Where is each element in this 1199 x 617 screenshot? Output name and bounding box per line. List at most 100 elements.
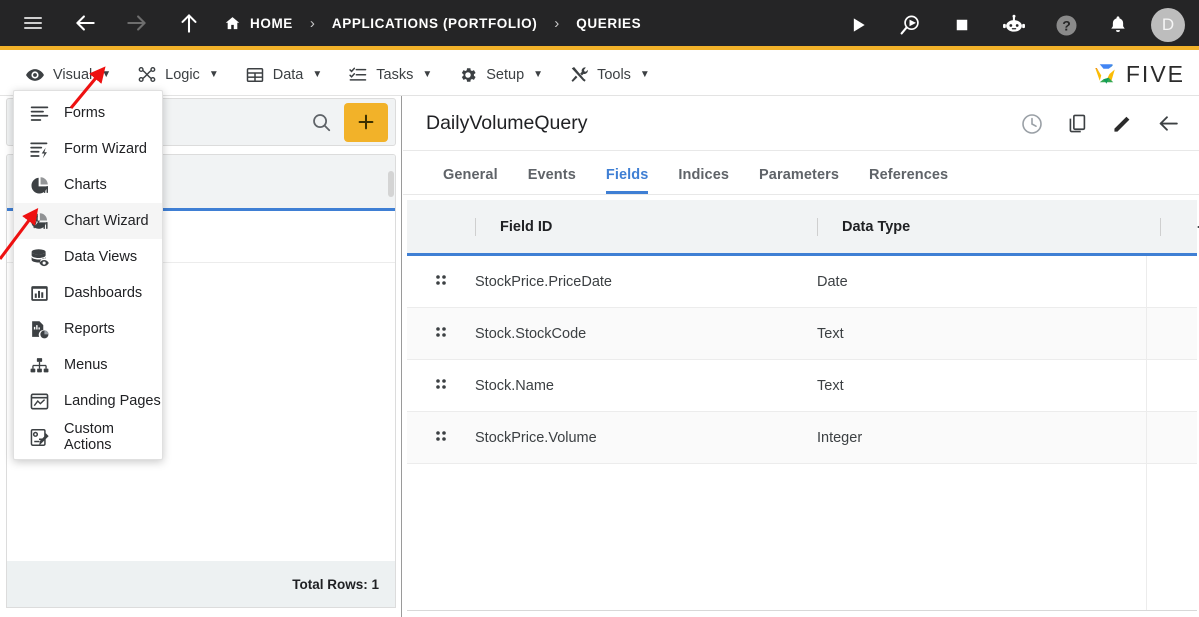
eye-icon: [25, 65, 45, 85]
column-divider: [817, 217, 818, 236]
run-icon[interactable]: [839, 0, 877, 50]
menu-option-data-views[interactable]: Data Views: [14, 239, 162, 275]
menu-option-label: Menus: [64, 357, 108, 373]
tab-indices[interactable]: Indices: [663, 167, 744, 194]
drag-handle-icon[interactable]: [407, 324, 475, 344]
cell-field-id: StockPrice.Volume: [475, 429, 597, 446]
menu-option-label: Form Wizard: [64, 141, 147, 157]
grid-header-label-field-id: Field ID: [500, 218, 553, 235]
copy-icon[interactable]: [1066, 112, 1089, 135]
back-arrow-icon[interactable]: [1156, 111, 1181, 136]
tab-fields[interactable]: Fields: [591, 167, 664, 194]
detail-actions: [1020, 96, 1181, 151]
cell-field-id: Stock.StockCode: [475, 325, 587, 342]
svg-text:?: ?: [1062, 17, 1071, 33]
menu-option-dashboards[interactable]: Dashboards: [14, 275, 162, 311]
five-pinwheel-icon: [1090, 59, 1120, 89]
grid-header-field-id[interactable]: Field ID: [475, 199, 817, 255]
top-navigation-bar: HOME › APPLICATIONS (PORTFOLIO) › QUERIE…: [0, 0, 1199, 50]
total-rows-label: Total Rows: 1: [292, 576, 379, 592]
menu-label-data: Data: [272, 66, 304, 83]
notifications-bell-icon[interactable]: [1099, 0, 1137, 50]
checklist-icon: [348, 65, 368, 85]
menu-item-tasks[interactable]: Tasks ▼: [335, 54, 445, 96]
cell-field-id: StockPrice.PriceDate: [475, 273, 612, 290]
detail-header: DailyVolumeQuery: [403, 96, 1199, 151]
grid-header-handle-spacer: [407, 199, 475, 255]
menu-option-chart-wizard[interactable]: Chart Wizard: [14, 203, 162, 239]
menu-option-label: Chart Wizard: [64, 213, 149, 229]
cell-data-type: Date: [817, 273, 848, 290]
menu-item-setup[interactable]: Setup ▼: [445, 54, 556, 96]
column-divider: [1160, 217, 1161, 236]
search-icon[interactable]: [308, 111, 334, 133]
drag-handle-icon[interactable]: [407, 376, 475, 396]
add-record-button[interactable]: [344, 102, 388, 142]
cell-actions: [1160, 256, 1197, 308]
grid-header-data-type[interactable]: Data Type: [817, 199, 1160, 255]
menu-item-tools[interactable]: Tools ▼: [556, 54, 663, 96]
page-title: DailyVolumeQuery: [426, 111, 588, 134]
menu-option-reports[interactable]: Reports: [14, 311, 162, 347]
table-row[interactable]: StockPrice.Volume Integer: [407, 412, 1197, 464]
cell-data-type: Text: [817, 377, 844, 394]
arrow-right-icon[interactable]: [118, 0, 156, 48]
menu-option-custom-actions[interactable]: Custom Actions: [14, 419, 162, 455]
menu-option-menus[interactable]: Menus: [14, 347, 162, 383]
history-clock-icon[interactable]: [1020, 112, 1044, 136]
tab-events[interactable]: Events: [513, 167, 591, 194]
scrollbar-thumb[interactable]: [388, 171, 394, 197]
drag-handle-icon[interactable]: [407, 272, 475, 292]
plus-icon: [355, 111, 377, 133]
logic-nodes-icon: [137, 65, 157, 85]
menu-item-data[interactable]: Data ▼: [232, 54, 336, 96]
brand-name: FIVE: [1125, 60, 1185, 87]
drag-handle-icon[interactable]: [407, 428, 475, 448]
breadcrumb-item-applications[interactable]: APPLICATIONS (PORTFOLIO): [332, 16, 537, 31]
menu-option-forms[interactable]: Forms: [14, 95, 162, 131]
menu-option-label: Custom Actions: [64, 421, 114, 453]
cell-actions: [1160, 308, 1197, 360]
stop-icon[interactable]: [943, 0, 981, 50]
avatar[interactable]: D: [1151, 8, 1185, 42]
menu-label-tools: Tools: [597, 66, 631, 83]
breadcrumb-item-home[interactable]: HOME: [224, 15, 293, 32]
help-icon[interactable]: ?: [1047, 0, 1085, 50]
breadcrumb: HOME › APPLICATIONS (PORTFOLIO) › QUERIE…: [224, 15, 641, 32]
chevron-down-icon: ▼: [533, 69, 544, 80]
tab-general[interactable]: General: [428, 167, 513, 194]
menu-option-label: Data Views: [64, 249, 138, 265]
landing-page-icon: [29, 391, 50, 412]
menu-option-landing-pages[interactable]: Landing Pages: [14, 383, 162, 419]
cell-actions: [1160, 412, 1197, 464]
grid-bottom-border: [407, 610, 1197, 611]
breadcrumb-item-queries[interactable]: QUERIES: [576, 16, 641, 31]
debug-icon[interactable]: [891, 0, 929, 50]
table-row[interactable]: Stock.Name Text: [407, 360, 1197, 412]
arrow-left-icon[interactable]: [66, 0, 104, 48]
nav-button-group: [0, 0, 208, 48]
menu-option-form-wizard[interactable]: Form Wizard: [14, 131, 162, 167]
form-wizard-icon: [29, 139, 50, 160]
hamburger-icon[interactable]: [14, 0, 52, 48]
gear-icon: [458, 65, 478, 85]
tab-references[interactable]: References: [854, 167, 963, 194]
grid-header-label-data-type: Data Type: [842, 218, 911, 235]
menu-option-charts[interactable]: Charts: [14, 167, 162, 203]
cell-field-id: Stock.Name: [475, 377, 554, 394]
arrow-up-icon[interactable]: [170, 0, 208, 48]
assistant-robot-icon[interactable]: [995, 0, 1033, 50]
menu-option-label: Charts: [64, 177, 107, 193]
home-icon: [224, 15, 241, 32]
chevron-down-icon: ▼: [101, 69, 112, 80]
add-field-button[interactable]: [1194, 215, 1199, 239]
grid-header-add-cell: [1160, 199, 1199, 255]
table-row[interactable]: StockPrice.PriceDate Date: [407, 256, 1197, 308]
menu-option-label: Reports: [64, 321, 115, 337]
table-grid-icon: [245, 65, 265, 85]
edit-pencil-icon[interactable]: [1111, 112, 1134, 135]
tab-parameters[interactable]: Parameters: [744, 167, 854, 194]
app-window: HOME › APPLICATIONS (PORTFOLIO) › QUERIE…: [0, 0, 1199, 617]
table-row[interactable]: Stock.StockCode Text: [407, 308, 1197, 360]
report-icon: [29, 319, 50, 340]
